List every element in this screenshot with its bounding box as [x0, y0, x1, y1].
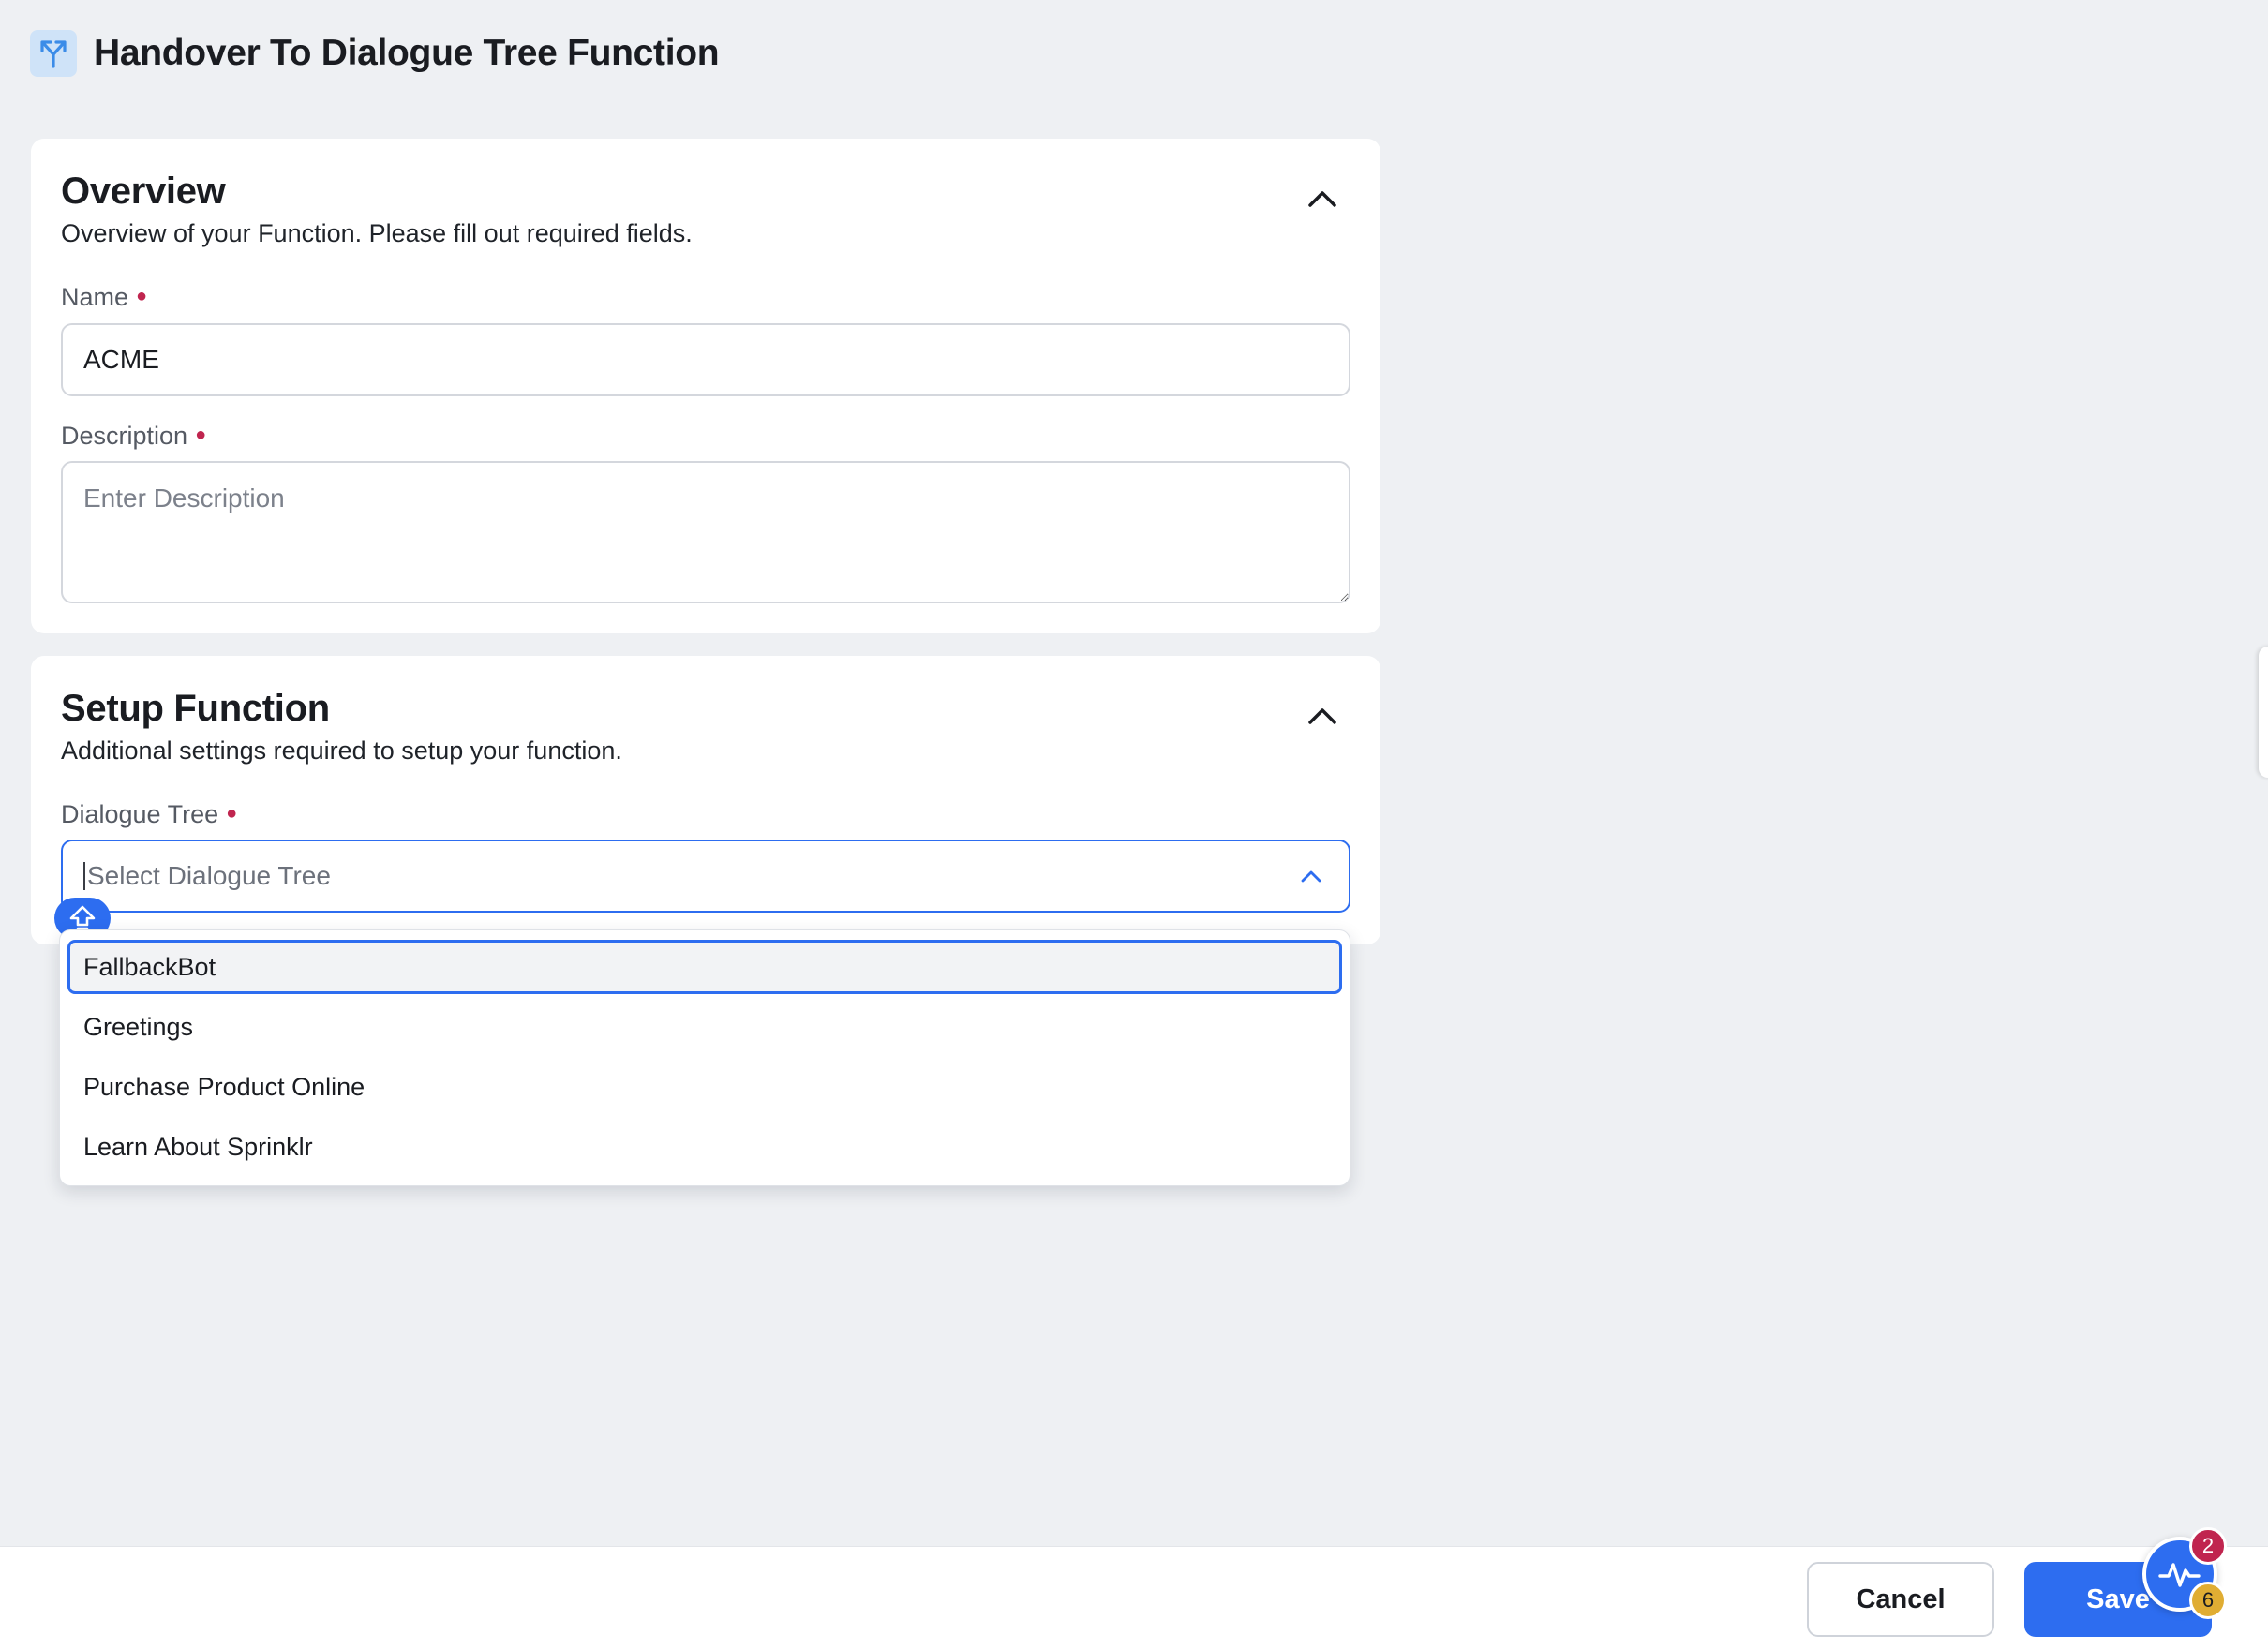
required-dot: ●: [136, 286, 148, 306]
collapse-setup-button[interactable]: [1294, 688, 1350, 744]
chevron-up-icon: [1308, 708, 1336, 724]
name-label-text: Name: [61, 283, 129, 311]
overview-card: Overview Overview of your Function. Plea…: [31, 139, 1380, 633]
overview-title: Overview: [61, 171, 226, 212]
dialogue-tree-select[interactable]: Select Dialogue Tree: [61, 840, 1350, 913]
dialogue-tree-placeholder: Select Dialogue Tree: [87, 861, 331, 890]
name-label: Name ●: [61, 283, 147, 312]
text-cursor: [83, 862, 85, 890]
setup-subtitle: Additional settings required to setup yo…: [61, 736, 622, 765]
page-header: Handover To Dialogue Tree Function: [30, 30, 720, 77]
description-label: Description ●: [61, 422, 206, 451]
alert-count-badge: 6: [2189, 1582, 2227, 1619]
option-purchase-product-online[interactable]: Purchase Product Online: [67, 1060, 1342, 1114]
option-learn-about-sprinklr[interactable]: Learn About Sprinklr: [67, 1120, 1342, 1174]
side-panel-handle[interactable]: [2259, 647, 2268, 778]
description-field[interactable]: [61, 461, 1350, 603]
option-greetings[interactable]: Greetings: [67, 1000, 1342, 1054]
split-arrow-icon: [30, 30, 77, 77]
dialogue-tree-label: Dialogue Tree ●: [61, 800, 237, 829]
dialogue-tree-dropdown: FallbackBot Greetings Purchase Product O…: [59, 929, 1350, 1186]
required-dot: ●: [226, 803, 238, 824]
notification-count-badge: 2: [2189, 1527, 2227, 1565]
collapse-overview-button[interactable]: [1294, 171, 1350, 227]
required-dot: ●: [195, 424, 207, 445]
overview-subtitle: Overview of your Function. Please fill o…: [61, 219, 693, 247]
option-fallbackbot[interactable]: FallbackBot: [67, 940, 1342, 994]
chevron-up-icon[interactable]: [1294, 859, 1328, 893]
setup-title: Setup Function: [61, 688, 330, 729]
dialogue-tree-label-text: Dialogue Tree: [61, 800, 219, 828]
cancel-button[interactable]: Cancel: [1807, 1562, 1994, 1637]
name-field[interactable]: [61, 323, 1350, 396]
page-title: Handover To Dialogue Tree Function: [94, 33, 720, 73]
chevron-up-icon: [1308, 191, 1336, 207]
description-label-text: Description: [61, 422, 188, 450]
